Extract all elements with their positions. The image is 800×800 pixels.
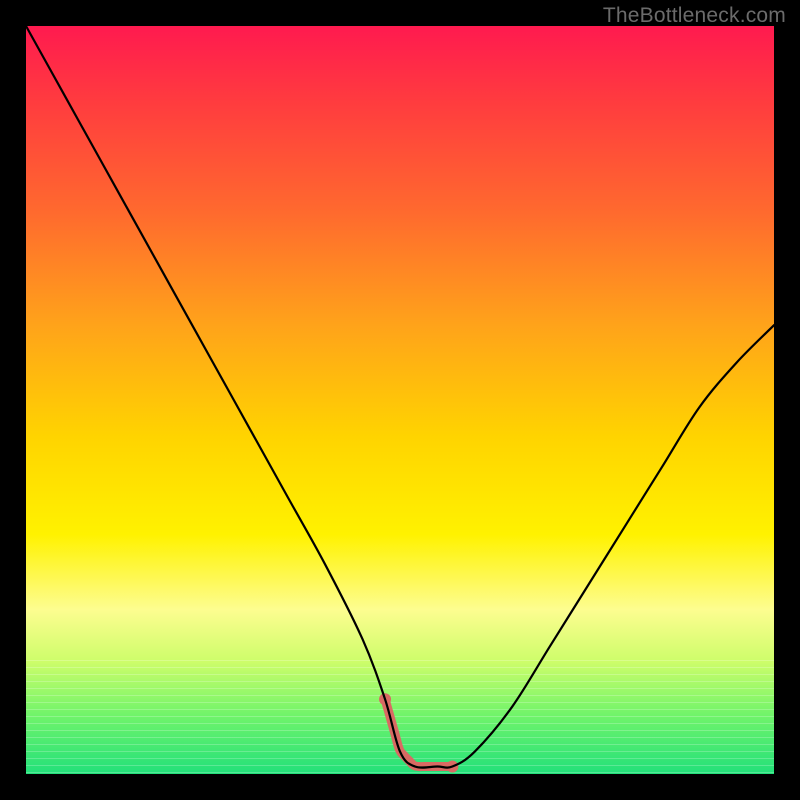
lowband-marker: [379, 693, 458, 772]
bottleneck-curve: [26, 26, 774, 768]
chart-container: TheBottleneck.com: [0, 0, 800, 800]
watermark-text: TheBottleneck.com: [603, 4, 786, 28]
plot-area: [26, 26, 774, 774]
curve-layer: [26, 26, 774, 774]
